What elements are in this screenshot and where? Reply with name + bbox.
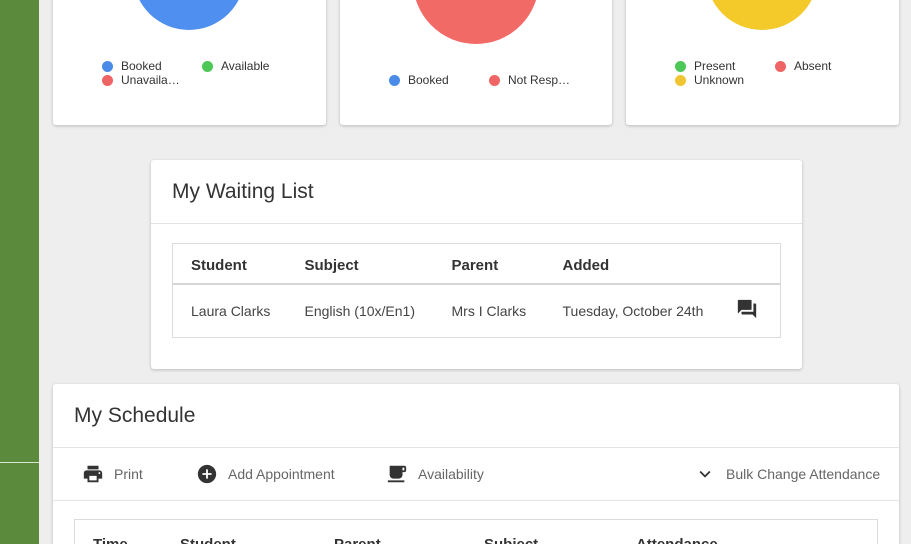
- legend-label: Present: [694, 59, 736, 73]
- toolbar-divider: [53, 500, 899, 501]
- availability-button[interactable]: Availability: [386, 463, 484, 485]
- legend-item-absent[interactable]: Absent: [775, 59, 831, 73]
- legend-dot: [489, 74, 500, 86]
- chevron-down-icon: [699, 470, 711, 478]
- legend-label: Booked: [408, 73, 449, 87]
- schedule-title: My Schedule: [74, 404, 196, 427]
- legend-label: Not Resp…: [508, 73, 571, 87]
- legend-item-booked[interactable]: Booked: [389, 73, 449, 87]
- column-header-parent[interactable]: Parent: [433, 243, 545, 285]
- print-button[interactable]: Print: [82, 463, 143, 485]
- bulk-change-attendance-button[interactable]: Bulk Change Attendance: [694, 463, 880, 485]
- waiting-list-title: My Waiting List: [172, 180, 314, 203]
- table-row[interactable]: Laura Clarks English (10x/En1) Mrs I Cla…: [173, 284, 781, 338]
- legend-dot: [102, 60, 113, 72]
- column-header-subject[interactable]: Subject: [286, 243, 434, 285]
- legend-dot: [102, 74, 113, 86]
- column-header-parent[interactable]: Parent: [334, 536, 381, 544]
- legend-label: Unavaila…: [121, 73, 180, 87]
- legend-item-not-responded[interactable]: Not Resp…: [489, 73, 570, 87]
- column-header-subject[interactable]: Subject: [484, 536, 538, 544]
- waiting-list-table: Student Subject Parent Added Laura Clark…: [172, 243, 781, 338]
- legend-dot: [389, 74, 400, 86]
- chat-icon[interactable]: [736, 298, 758, 320]
- bulk-change-attendance-label: Bulk Change Attendance: [726, 466, 881, 482]
- column-header-actions: [714, 243, 781, 285]
- response-chart-card: Booked Not Resp…: [340, 0, 612, 125]
- schedule-table: Time Student Parent Subject Attendance: [74, 519, 878, 544]
- legend-item-booked[interactable]: Booked: [102, 59, 162, 73]
- attendance-chart-card: Present Absent Unknown: [626, 0, 899, 125]
- card-divider: [53, 447, 899, 448]
- booking-chart-card: Booked Available Unavaila…: [53, 0, 326, 125]
- legend-item-available[interactable]: Available: [202, 59, 269, 73]
- cell-student: Laura Clarks: [191, 302, 271, 319]
- legend-item-unavailable[interactable]: Unavaila…: [102, 73, 180, 87]
- coffee-icon: [387, 465, 407, 483]
- cell-actions: [715, 284, 781, 338]
- legend-item-present[interactable]: Present: [675, 59, 735, 73]
- cell-subject: English (10x/En1): [304, 302, 416, 319]
- card-divider: [151, 223, 802, 224]
- printer-icon: [83, 465, 103, 483]
- print-label: Print: [114, 466, 143, 482]
- waiting-list-card: My Waiting List Student Subject Parent A…: [151, 160, 802, 369]
- add-circle-icon: [197, 464, 217, 484]
- table-header-row: Student Subject Parent Added: [172, 243, 781, 285]
- legend-label: Absent: [794, 59, 832, 73]
- sidebar-divider: [0, 462, 39, 463]
- column-header-time[interactable]: Time: [93, 536, 128, 544]
- column-header-student[interactable]: Student: [180, 536, 236, 544]
- column-header-added[interactable]: Added: [544, 243, 715, 285]
- legend-dot: [675, 74, 686, 86]
- add-appointment-label: Add Appointment: [228, 466, 335, 482]
- legend-dot: [202, 60, 213, 72]
- legend-dot: [775, 60, 786, 72]
- legend-label: Available: [221, 59, 270, 73]
- legend-item-unknown[interactable]: Unknown: [675, 73, 744, 87]
- column-header-student[interactable]: Student: [172, 243, 287, 285]
- cell-added: Tuesday, October 24th: [562, 302, 704, 319]
- add-appointment-button[interactable]: Add Appointment: [196, 463, 335, 485]
- cell-parent: Mrs I Clarks: [451, 302, 527, 319]
- legend-dot: [675, 60, 686, 72]
- legend-label: Unknown: [694, 73, 745, 87]
- availability-label: Availability: [418, 466, 484, 482]
- response-pie-chart[interactable]: [413, 0, 539, 44]
- column-header-attendance[interactable]: Attendance: [636, 536, 718, 544]
- booking-pie-chart[interactable]: [133, 0, 245, 30]
- legend-label: Booked: [121, 59, 162, 73]
- attendance-pie-chart[interactable]: [706, 0, 818, 30]
